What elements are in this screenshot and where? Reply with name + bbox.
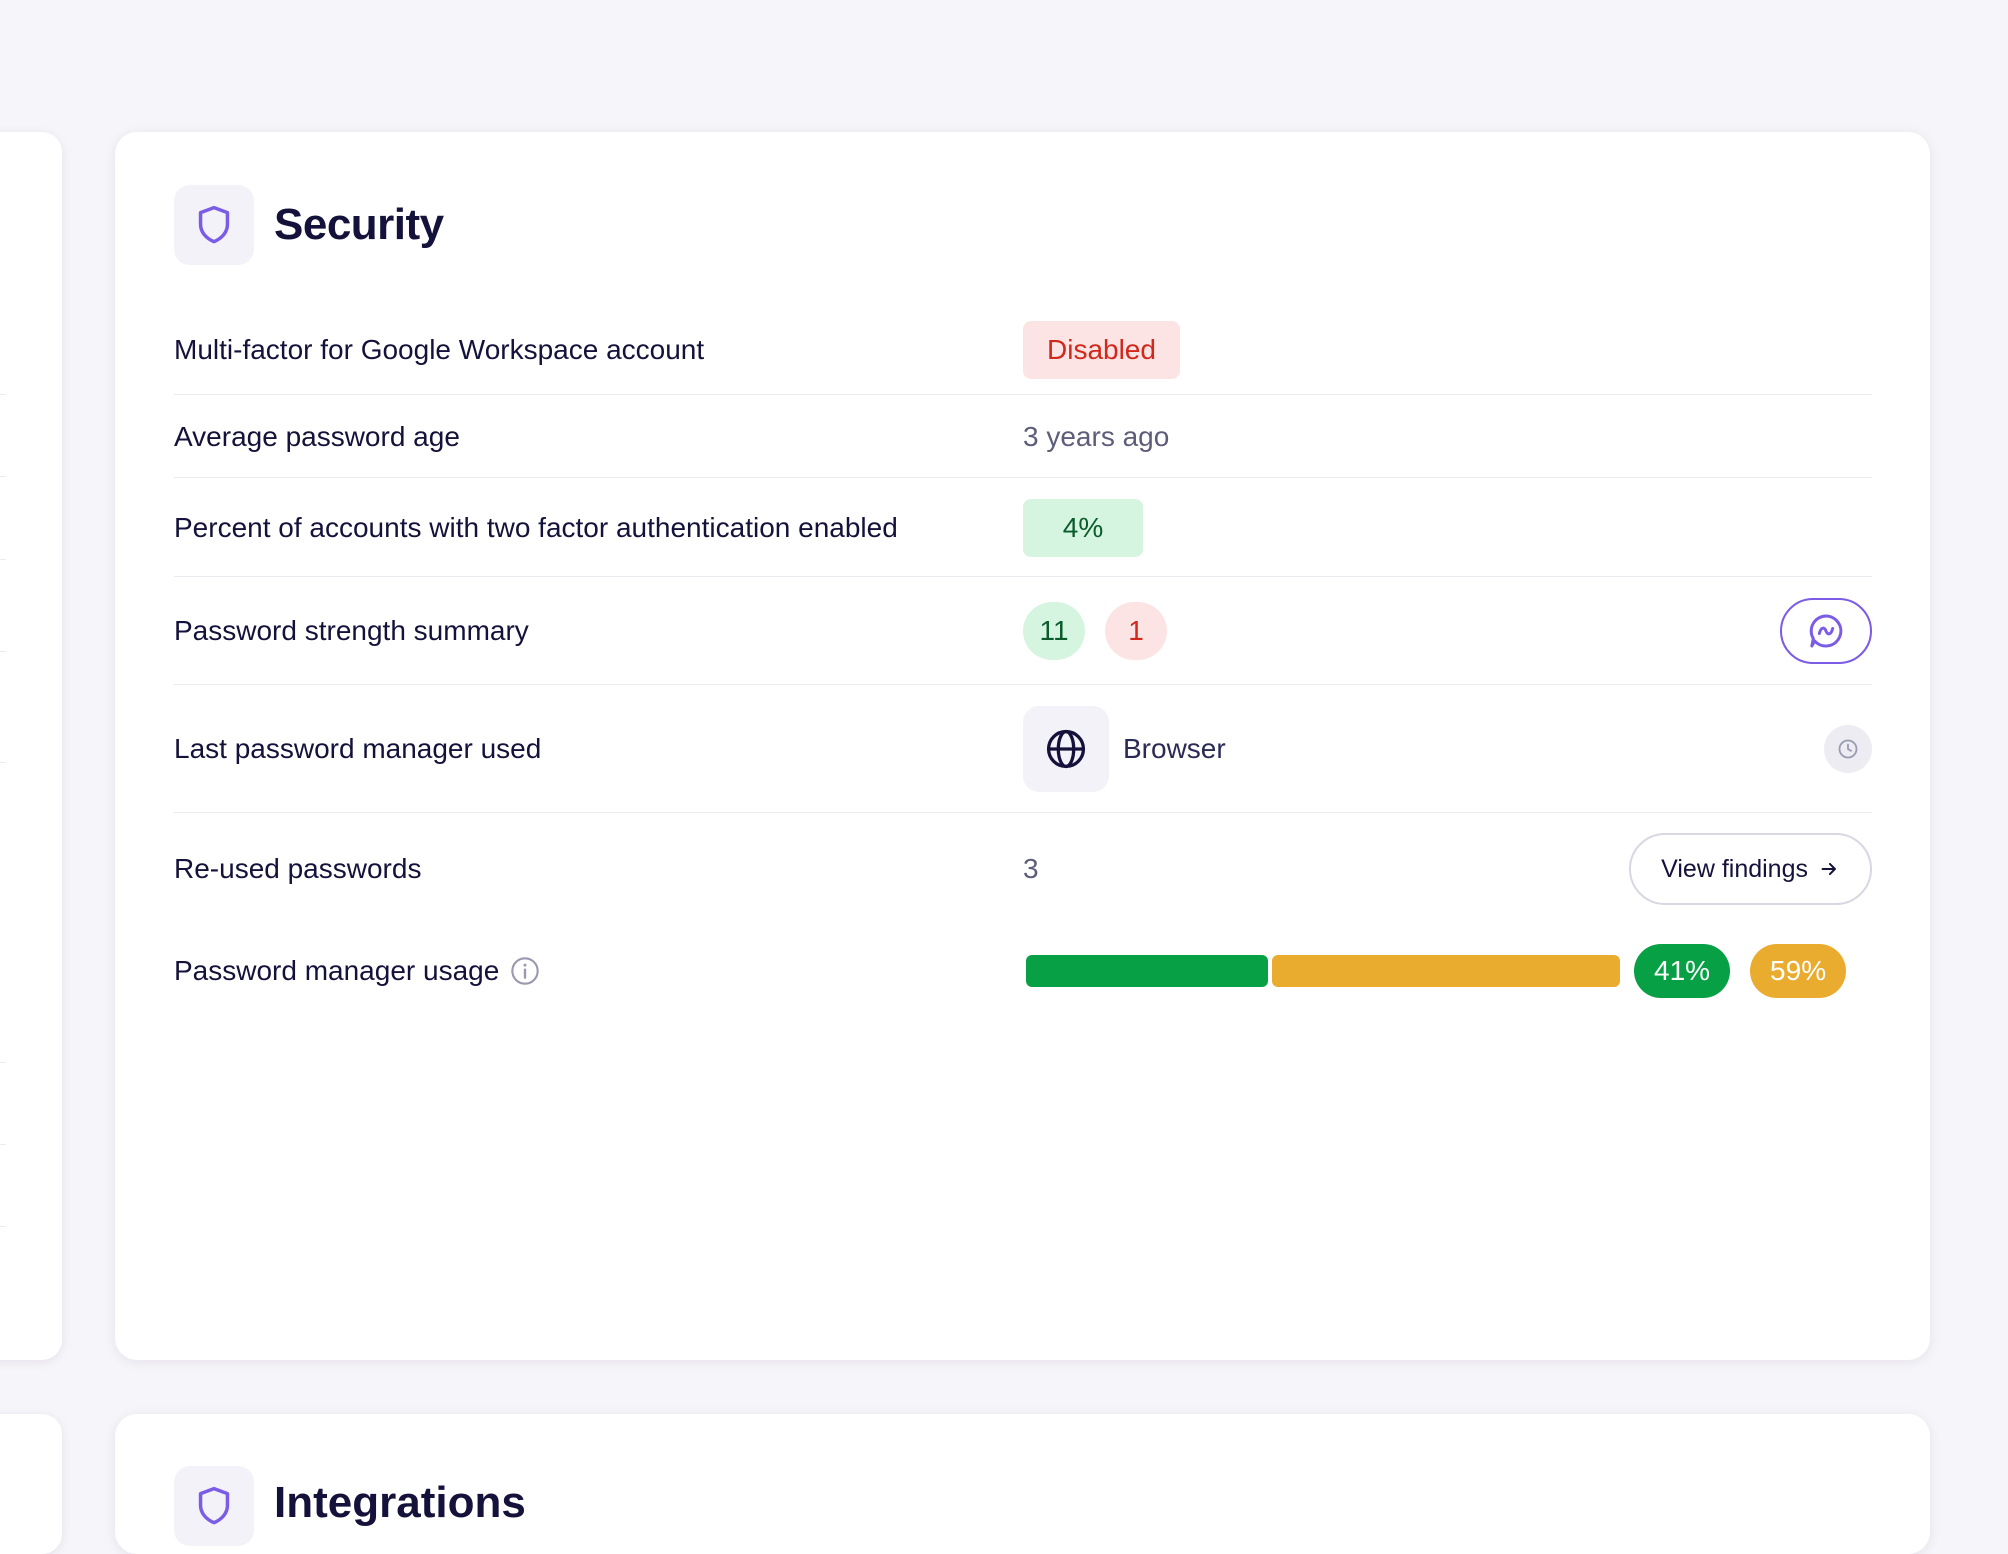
chat-wave-icon (1809, 614, 1843, 648)
section-title: Security (274, 200, 444, 249)
left-partial-card-bottom (0, 1414, 62, 1554)
integrations-card: Integrations (115, 1414, 1930, 1554)
row-label: Password manager usage (174, 955, 541, 987)
usage-bar (1026, 955, 1620, 987)
shield-icon (198, 205, 230, 244)
row-label: Multi-factor for Google Workspace accoun… (174, 334, 704, 366)
row-reused-passwords: Re-used passwords 3 View findings (174, 813, 1872, 925)
row-label: Percent of accounts with two factor auth… (174, 512, 898, 544)
globe-icon (1046, 729, 1086, 769)
row-label-text: Password strength summary (174, 615, 529, 646)
row-label-text: Password manager usage (174, 955, 500, 986)
row-strength-summary: Password strength summary 11 1 (174, 577, 1872, 685)
row-label: Last password manager used (174, 733, 541, 765)
strong-count-badge: 11 (1023, 602, 1085, 660)
security-card: Security Multi-factor for Google Workspa… (115, 132, 1930, 1360)
row-password-manager: Last password manager used Browser (174, 685, 1872, 813)
status-badge: Disabled (1023, 320, 1180, 379)
divider (0, 1144, 6, 1145)
row-value: Browser (1023, 706, 1226, 792)
integrations-header-icon (174, 1466, 254, 1546)
row-label: Password strength summary (174, 615, 529, 647)
usage-bar-using (1026, 955, 1268, 987)
left-partial-card (0, 132, 62, 1360)
row-two-factor: Percent of accounts with two factor auth… (174, 478, 1872, 577)
weak-count-badge: 1 (1105, 602, 1167, 660)
divider (0, 476, 6, 477)
usage-bar-not-using (1272, 955, 1620, 987)
row-label-text: Last password manager used (174, 733, 542, 764)
row-label-text: Multi-factor for Google Workspace accoun… (174, 333, 705, 365)
password-manager-name: Browser (1123, 733, 1226, 764)
usage-using-badge: 41% (1634, 944, 1731, 998)
divider (0, 394, 6, 395)
password-age-value: 3 years ago (1023, 420, 1170, 452)
row-value: 4% (1023, 498, 1143, 557)
view-findings-label: View findings (1661, 854, 1808, 883)
row-label: Re-used passwords (174, 853, 421, 885)
clock-icon (1838, 739, 1858, 759)
arrow-right-icon (1821, 862, 1836, 876)
row-label-text: Re-used passwords (174, 853, 422, 884)
security-header-icon (174, 185, 254, 265)
usage-bar-group: 41% 59% (1026, 944, 1847, 998)
divider (0, 651, 6, 652)
row-label: Average password age (174, 421, 460, 453)
row-value: 3 years ago (1023, 421, 1169, 453)
row-value: 11 1 (1023, 602, 1187, 660)
row-value: Disabled (1023, 320, 1180, 379)
divider (0, 1062, 6, 1063)
reused-count: 3 (1023, 853, 1039, 884)
row-password-age: Average password age 3 years ago (174, 395, 1872, 478)
strength-chat-button[interactable] (1780, 598, 1872, 664)
usage-not-using-badge: 59% (1750, 944, 1847, 998)
row-label-text: Percent of accounts with two factor auth… (174, 511, 898, 543)
divider (0, 1226, 6, 1227)
divider (0, 762, 6, 763)
history-button[interactable] (1824, 725, 1872, 773)
info-icon[interactable] (509, 955, 541, 987)
row-value: 3 (1023, 853, 1039, 885)
view-findings-button[interactable]: View findings (1629, 833, 1872, 905)
section-title: Integrations (274, 1478, 526, 1527)
password-manager-icon-box (1023, 706, 1109, 792)
divider (0, 559, 6, 560)
row-mfa: Multi-factor for Google Workspace accoun… (174, 304, 1872, 395)
row-password-manager-usage: Password manager usage 41% 59% (174, 925, 1872, 1017)
percent-badge: 4% (1023, 498, 1143, 557)
row-label-text: Average password age (174, 420, 460, 452)
shield-icon (198, 1486, 230, 1525)
